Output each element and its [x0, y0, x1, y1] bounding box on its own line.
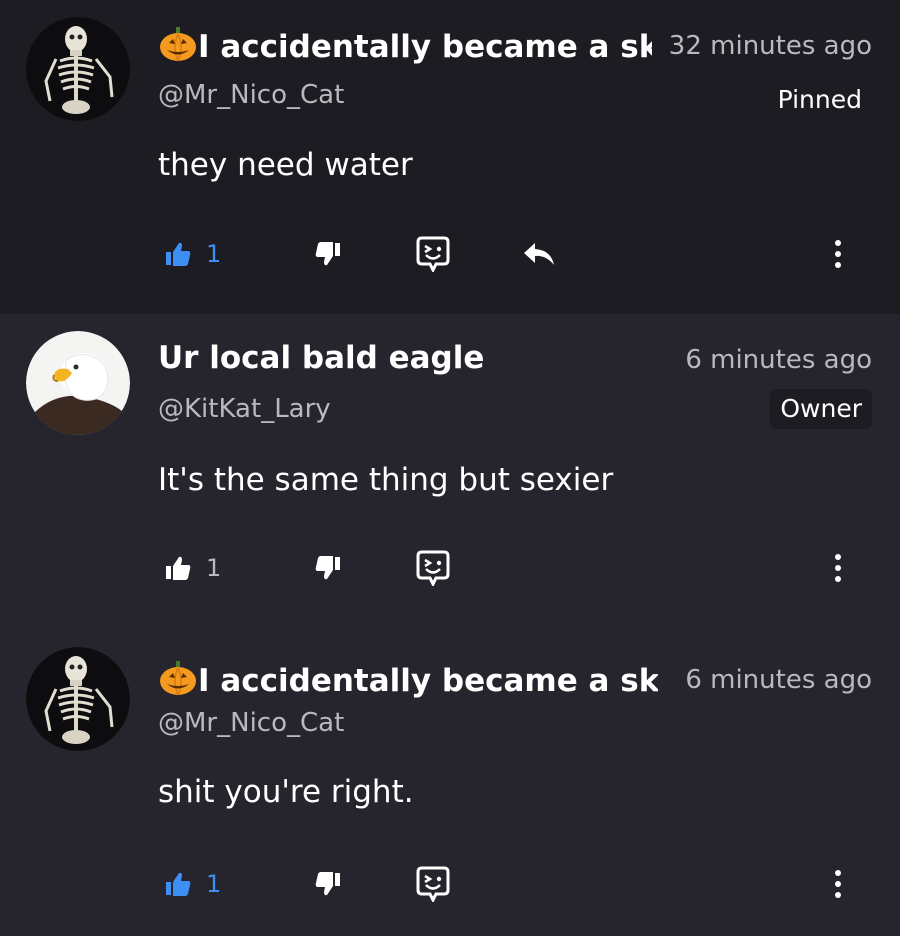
comment-author-handle[interactable]: @Mr_Nico_Cat [158, 706, 344, 740]
emoji-reaction-button[interactable] [416, 546, 450, 590]
comment-author-name-text: I accidentally became a ske [198, 663, 658, 699]
emoji-reaction-button[interactable] [416, 862, 450, 906]
comment-text: It's the same thing but sexier [158, 462, 614, 498]
emoji-reaction-button[interactable] [416, 232, 450, 276]
emoji-reaction-icon [416, 550, 450, 586]
thumbs-up-icon [166, 242, 191, 266]
comment-actions: 1 [0, 862, 900, 906]
skeleton-avatar[interactable] [26, 647, 130, 751]
comment-author-name-text: I accidentally became a sk [198, 29, 652, 65]
pinned-badge: Pinned [777, 85, 862, 114]
thumbs-down-icon [315, 872, 340, 896]
comment-card: Ur local bald eagle 6 minutes ago @KitKa… [0, 314, 900, 630]
pumpkin-icon [158, 26, 198, 62]
like-count: 1 [206, 554, 222, 582]
emoji-reaction-icon [416, 236, 450, 272]
more-vertical-icon [835, 240, 841, 268]
comment-author-name[interactable]: I accidentally became a ske [158, 660, 658, 701]
bald-eagle-avatar[interactable] [26, 331, 130, 435]
comment-author-handle[interactable]: @KitKat_Lary [158, 392, 331, 426]
pumpkin-icon [158, 660, 198, 696]
more-options-button[interactable] [826, 546, 850, 590]
like-count: 1 [206, 870, 222, 898]
reply-button[interactable] [522, 232, 556, 276]
more-options-button[interactable] [826, 232, 850, 276]
more-vertical-icon [835, 554, 841, 582]
comment-author-name[interactable]: I accidentally became a sk [158, 26, 652, 67]
dislike-button[interactable] [314, 546, 342, 590]
like-button[interactable]: 1 [164, 862, 221, 906]
like-button[interactable]: 1 [164, 546, 221, 590]
thumbs-up-icon [166, 556, 191, 580]
comment-author-name[interactable]: Ur local bald eagle [158, 338, 484, 378]
like-count: 1 [206, 240, 222, 268]
dislike-button[interactable] [314, 232, 342, 276]
comment-author-handle[interactable]: @Mr_Nico_Cat [158, 78, 344, 112]
comment-timestamp: 6 minutes ago [685, 665, 872, 695]
owner-badge: Owner [770, 389, 872, 429]
reply-icon [524, 243, 554, 265]
emoji-reaction-icon [416, 866, 450, 902]
comment-timestamp: 32 minutes ago [668, 31, 872, 61]
comment-text: shit you're right. [158, 774, 414, 810]
more-vertical-icon [835, 870, 841, 898]
thumbs-up-icon [166, 872, 191, 896]
comment-card: I accidentally became a ske 6 minutes ag… [0, 630, 900, 936]
comment-actions: 1 [0, 232, 900, 276]
thumbs-down-icon [315, 242, 340, 266]
more-options-button[interactable] [826, 862, 850, 906]
comment-timestamp: 6 minutes ago [685, 345, 872, 375]
comment-text: they need water [158, 147, 413, 183]
dislike-button[interactable] [314, 862, 342, 906]
comment-card: I accidentally became a sk 32 minutes ag… [0, 0, 900, 314]
skeleton-avatar[interactable] [26, 17, 130, 121]
like-button[interactable]: 1 [164, 232, 221, 276]
comment-actions: 1 [0, 546, 900, 590]
thumbs-down-icon [315, 556, 340, 580]
